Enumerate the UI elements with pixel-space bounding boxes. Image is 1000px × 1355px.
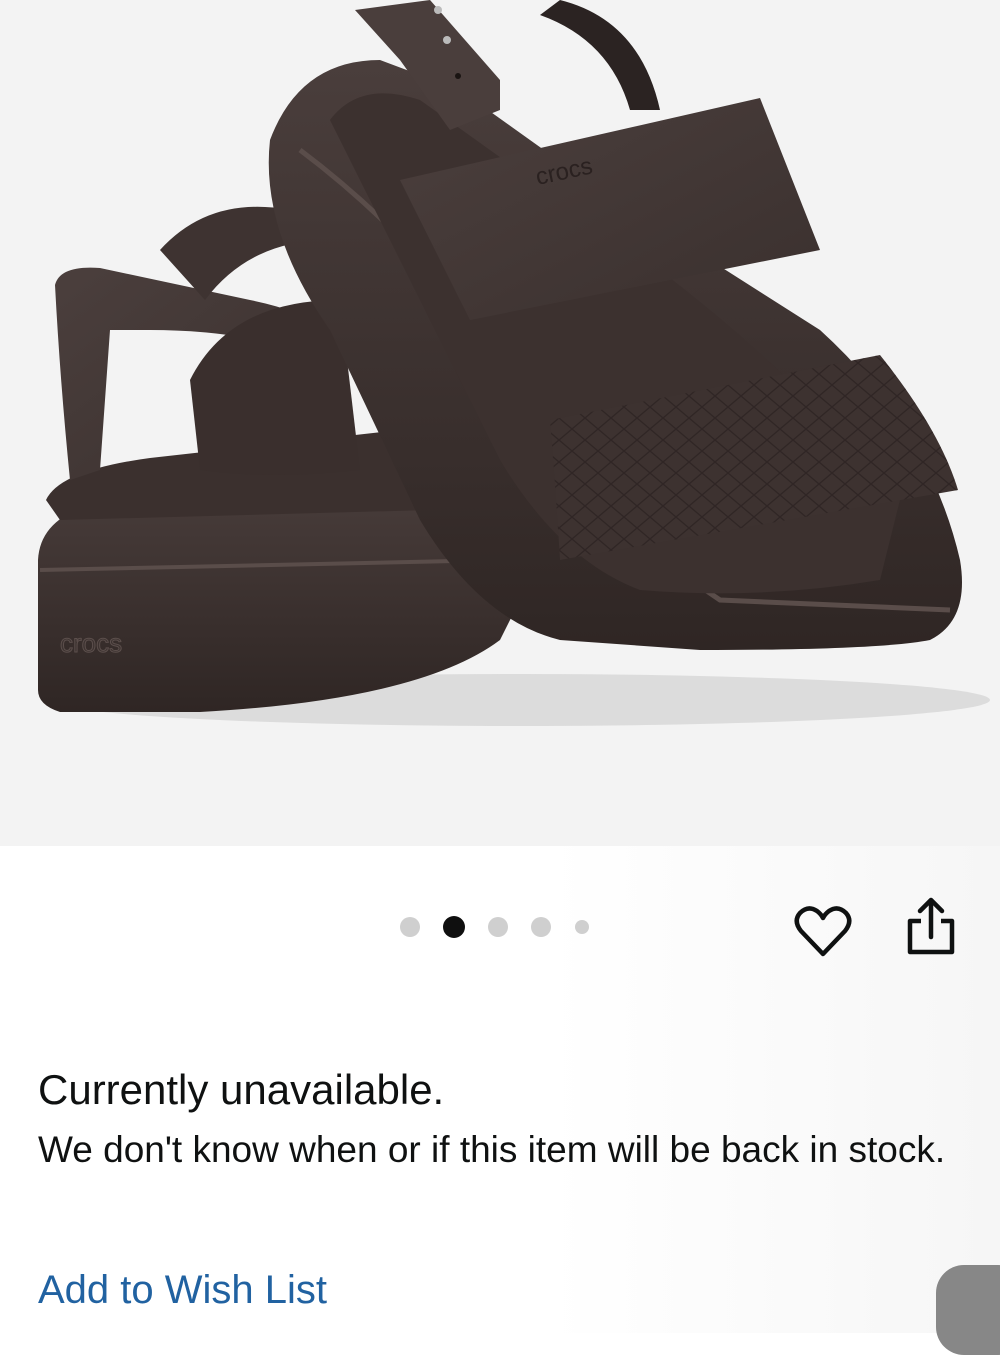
- product-image[interactable]: crocs crocs: [0, 0, 1000, 846]
- image-carousel-indicator: [400, 916, 589, 938]
- availability-message: We don't know when or if this item will …: [38, 1129, 946, 1170]
- add-to-wish-list-link[interactable]: Add to Wish List: [38, 1268, 327, 1313]
- floating-action-button[interactable]: [936, 1265, 1000, 1355]
- carousel-dot[interactable]: [400, 917, 420, 937]
- availability-title: Currently unavailable.: [38, 1066, 445, 1113]
- carousel-dot[interactable]: [488, 917, 508, 937]
- heart-icon[interactable]: [794, 904, 852, 960]
- product-image-gallery[interactable]: crocs crocs: [0, 0, 1000, 846]
- carousel-dot[interactable]: [531, 917, 551, 937]
- carousel-dot-active[interactable]: [443, 916, 465, 938]
- share-icon[interactable]: [904, 897, 958, 957]
- carousel-dot[interactable]: [575, 920, 589, 934]
- svg-text:crocs: crocs: [60, 628, 122, 658]
